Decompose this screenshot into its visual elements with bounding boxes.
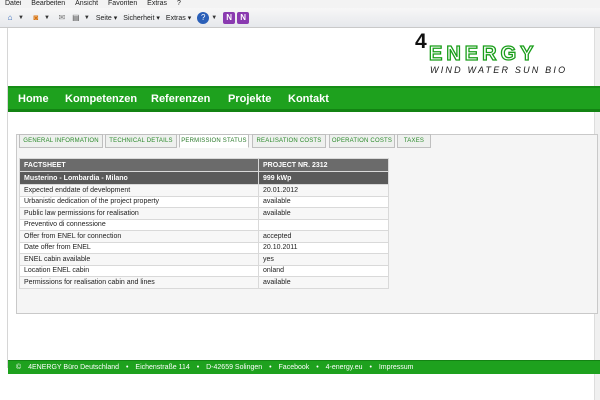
chevron-down-icon[interactable]: ▼: [211, 15, 217, 21]
tools-menu[interactable]: Extras ▾: [166, 14, 191, 22]
logo-number: 4: [415, 30, 427, 53]
tab-technical-details[interactable]: TECHNICAL DETAILS: [105, 134, 177, 148]
tab-operation-costs[interactable]: OPERATION COSTS: [329, 134, 395, 148]
row-label: Location ENEL cabin: [19, 264, 259, 277]
tab-realisation-costs[interactable]: REALISATION COSTS: [252, 134, 326, 148]
onenote-icon[interactable]: N: [223, 11, 236, 24]
nav-home[interactable]: Home: [18, 93, 49, 105]
footer-link-website[interactable]: 4-energy.eu: [326, 364, 363, 371]
row-value: available: [258, 207, 389, 220]
footer-separator: •: [316, 364, 319, 371]
page-menu[interactable]: Seite ▾: [96, 14, 117, 22]
row-label: Offer from ENEL for connection: [19, 230, 259, 243]
row-value: available: [258, 195, 389, 208]
menu-bearbeiten[interactable]: Bearbeiten: [31, 0, 65, 8]
row-value: [258, 218, 389, 231]
brand-logo[interactable]: 4 ENERGY WIND WATER SUN BIO: [412, 30, 592, 80]
menu-datei[interactable]: Datei: [5, 0, 21, 8]
nav-kompetenzen[interactable]: Kompetenzen: [65, 93, 137, 105]
table-row: ENEL cabin available yes: [19, 253, 389, 266]
footer-street: Eichenstraße 114: [135, 364, 190, 371]
tab-general-information[interactable]: GENERAL INFORMATION: [19, 134, 103, 148]
row-value: available: [258, 276, 389, 289]
factsheet-header-row: FACTSHEET PROJECT NR. 2312: [19, 158, 389, 172]
chevron-down-icon[interactable]: ▼: [84, 15, 90, 21]
footer-link-impressum[interactable]: Impressum: [379, 364, 414, 371]
tab-taxes[interactable]: TAXES: [397, 134, 431, 148]
row-value: 20.01.2012: [258, 184, 389, 197]
footer-separator: •: [196, 364, 200, 371]
menu-ansicht[interactable]: Ansicht: [75, 0, 98, 8]
browser-menubar: Datei Bearbeiten Ansicht Favoriten Extra…: [0, 0, 600, 8]
table-row: Expected enddate of development 20.01.20…: [19, 184, 389, 197]
copyright-symbol: ©: [16, 364, 22, 371]
site-footer: © 4ENERGY Büro Deutschland • Eichenstraß…: [8, 360, 600, 374]
row-value: yes: [258, 253, 389, 266]
nav-referenzen[interactable]: Referenzen: [151, 93, 210, 105]
tools-menu-label: Extras: [165, 14, 186, 22]
menu-extras[interactable]: Extras: [147, 0, 167, 8]
footer-link-facebook[interactable]: Facebook: [279, 364, 310, 371]
nav-projekte[interactable]: Projekte: [228, 93, 271, 105]
footer-separator: •: [369, 364, 372, 371]
home-icon[interactable]: ⌂: [4, 12, 16, 24]
onenote-send-icon[interactable]: N: [237, 11, 250, 24]
footer-separator: •: [126, 364, 129, 371]
row-label: Permissions for realisation cabin and li…: [19, 276, 259, 289]
rss-feed-icon[interactable]: ◙: [30, 12, 42, 24]
row-label: Expected enddate of development: [19, 184, 259, 197]
security-menu-label: Sicherheit: [123, 14, 155, 22]
factsheet-header-label: FACTSHEET: [19, 158, 259, 172]
tab-permission-status[interactable]: PERMISSION STATUS: [179, 134, 249, 148]
factsheet-table: FACTSHEET PROJECT NR. 2312 Musterino - L…: [19, 158, 389, 289]
footer-separator: •: [269, 364, 272, 371]
project-location: Musterino - Lombardia - Milano: [19, 171, 259, 185]
table-row: Location ENEL cabin onland: [19, 264, 389, 277]
logo-wordmark: ENERGY: [428, 43, 538, 65]
row-label: Date offer from ENEL: [19, 241, 259, 254]
factsheet-subheader-row: Musterino - Lombardia - Milano 999 kWp: [19, 171, 389, 185]
footer-company: 4ENERGY Büro Deutschland: [28, 364, 120, 371]
row-label: Preventivo di connessione: [19, 218, 259, 231]
row-label: ENEL cabin available: [19, 253, 259, 266]
security-menu[interactable]: Sicherheit ▾: [123, 14, 160, 22]
main-navigation: Home Kompetenzen Referenzen Projekte Kon…: [8, 86, 600, 112]
nav-kontakt[interactable]: Kontakt: [288, 93, 329, 105]
menu-favoriten[interactable]: Favoriten: [108, 0, 137, 8]
print-icon[interactable]: ▤: [70, 12, 82, 24]
row-value: 20.10.2011: [258, 241, 389, 254]
table-row: Permissions for realisation cabin and li…: [19, 276, 389, 289]
browser-toolbar: ⌂ ▼ ◙ ▼ ✉ ▤ ▼ Seite ▾ Sicherheit ▾ Extra…: [0, 8, 600, 28]
table-row: Preventivo di connessione: [19, 218, 389, 231]
project-capacity: 999 kWp: [258, 171, 389, 185]
project-number: PROJECT NR. 2312: [258, 158, 389, 172]
menu-help[interactable]: ?: [177, 0, 181, 8]
mail-icon[interactable]: ✉: [56, 12, 68, 24]
footer-city: D-42659 Solingen: [206, 364, 263, 371]
logo-tagline: WIND WATER SUN BIO: [430, 65, 568, 75]
page-left-border: [7, 28, 8, 368]
page-menu-label: Seite: [95, 14, 112, 22]
row-value: accepted: [258, 230, 389, 243]
row-value: onland: [258, 264, 389, 277]
row-label: Urbanistic dedication of the project pro…: [19, 195, 259, 208]
table-row: Urbanistic dedication of the project pro…: [19, 195, 389, 208]
table-row: Offer from ENEL for connection accepted: [19, 230, 389, 243]
chevron-down-icon[interactable]: ▼: [44, 15, 50, 21]
help-icon[interactable]: ?: [197, 11, 210, 24]
table-row: Date offer from ENEL 20.10.2011: [19, 241, 389, 254]
table-row: Public law permissions for realisation a…: [19, 207, 389, 220]
row-label: Public law permissions for realisation: [19, 207, 259, 220]
chevron-down-icon[interactable]: ▼: [18, 15, 24, 21]
